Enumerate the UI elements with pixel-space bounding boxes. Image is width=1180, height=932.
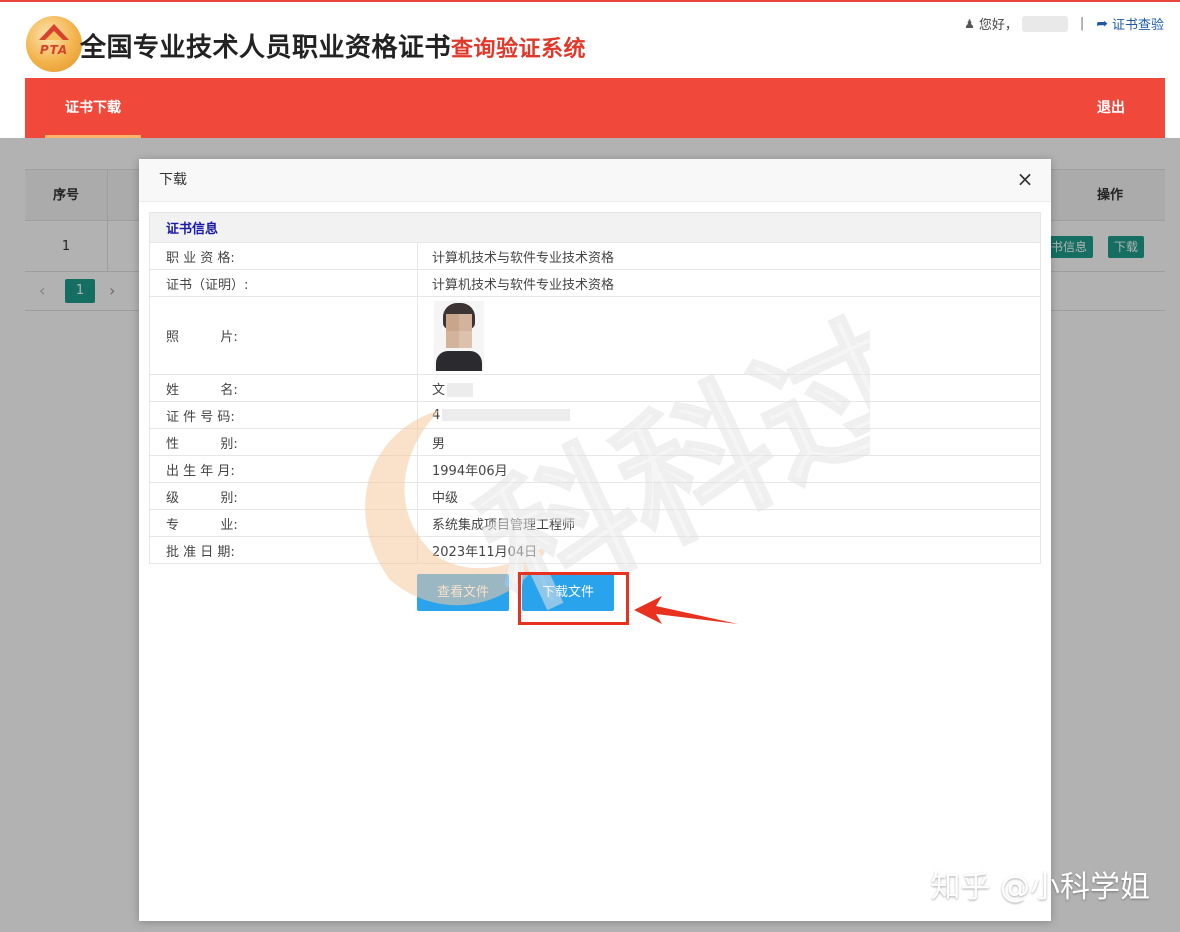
redacted-name (447, 383, 474, 397)
field-label: 批 准 日 期: (166, 544, 235, 560)
table-row: 职 业 资 格: 计算机技术与软件专业技术资格 (149, 242, 1041, 270)
table-row: 证 件 号 码: 4 (149, 401, 1041, 429)
certificate-info-table: 证书信息 职 业 资 格: 计算机技术与软件专业技术资格 证书（证明）: 计算机… (149, 212, 1041, 564)
user-area: ♟ 您好， | ➦ 证书查验 (964, 14, 1164, 33)
field-value: 2023年11月04日 (432, 544, 538, 560)
table-row: 照 片: (149, 296, 1041, 375)
download-dialog: 下载 × 证书信息 职 业 资 格: 计算机技术与软件专业技术资格 证书（证明）… (139, 159, 1051, 921)
field-label: 性 别: (166, 436, 238, 452)
certificate-verify-link[interactable]: 证书查验 (1112, 14, 1164, 33)
field-value: 4 (432, 407, 441, 423)
user-icon: ♟ (964, 16, 975, 31)
site-title-main: 全国专业技术人员职业资格证书 (80, 33, 452, 63)
tab-certificate-download[interactable]: 证书下载 (45, 78, 141, 138)
field-label: 姓 名: (166, 382, 238, 398)
section-title: 证书信息 (149, 212, 1041, 243)
close-icon[interactable]: × (1015, 169, 1035, 189)
id-photo-pixelated (434, 300, 484, 371)
field-value: 计算机技术与软件专业技术资格 (432, 250, 615, 266)
section-header-row: 证书信息 (149, 212, 1041, 243)
redacted-id-number (442, 409, 571, 421)
top-accent-line (0, 0, 1180, 2)
pta-logo: PTA (26, 16, 82, 72)
field-value: 系统集成项目管理工程师 (432, 517, 576, 533)
dialog-header: 下载 × (139, 159, 1051, 202)
site-title-sub: 查询验证系统 (451, 37, 587, 62)
greeting-text: 您好， (978, 18, 1018, 33)
field-label: 职 业 资 格: (166, 250, 235, 266)
logo-roof-inner-shape (45, 31, 63, 40)
share-arrow-icon[interactable]: ➦ (1096, 16, 1108, 32)
dialog-title: 下载 (159, 172, 187, 188)
logo-text: PTA (39, 43, 69, 57)
watermark-brand: 知乎 @小科学姐 (930, 870, 1150, 905)
field-label: 出 生 年 月: (166, 463, 235, 479)
redacted-username (1021, 15, 1068, 32)
table-row: 姓 名: 文 (149, 374, 1041, 402)
field-label: 证 件 号 码: (166, 409, 235, 425)
table-row: 出 生 年 月: 1994年06月 (149, 455, 1041, 483)
view-file-button[interactable]: 查看文件 (417, 574, 509, 611)
field-label: 照 片: (166, 330, 238, 345)
field-value: 计算机技术与软件专业技术资格 (432, 277, 615, 293)
table-row: 级 别: 中级 (149, 482, 1041, 510)
field-value: 中级 (432, 490, 459, 506)
field-value: 1994年06月 (432, 463, 508, 479)
pointer-arrow-icon (634, 596, 738, 624)
header-separator: | (1079, 16, 1085, 31)
site-title: 全国专业技术人员职业资格证书查询验证系统 (80, 27, 586, 64)
main-nav-bar: 证书下载 退出 (25, 78, 1165, 138)
field-value: 文 (432, 382, 446, 398)
table-row: 性 别: 男 (149, 428, 1041, 456)
table-row: 证书（证明）: 计算机技术与软件专业技术资格 (149, 269, 1041, 297)
highlight-box (518, 572, 629, 625)
field-value: 男 (432, 436, 446, 452)
field-label: 级 别: (166, 490, 238, 506)
table-row: 专 业: 系统集成项目管理工程师 (149, 509, 1041, 537)
table-row: 批 准 日 期: 2023年11月04日 (149, 536, 1041, 564)
logout-link[interactable]: 退出 (1097, 78, 1125, 138)
field-label: 专 业: (166, 517, 238, 533)
field-label: 证书（证明）: (166, 277, 249, 293)
